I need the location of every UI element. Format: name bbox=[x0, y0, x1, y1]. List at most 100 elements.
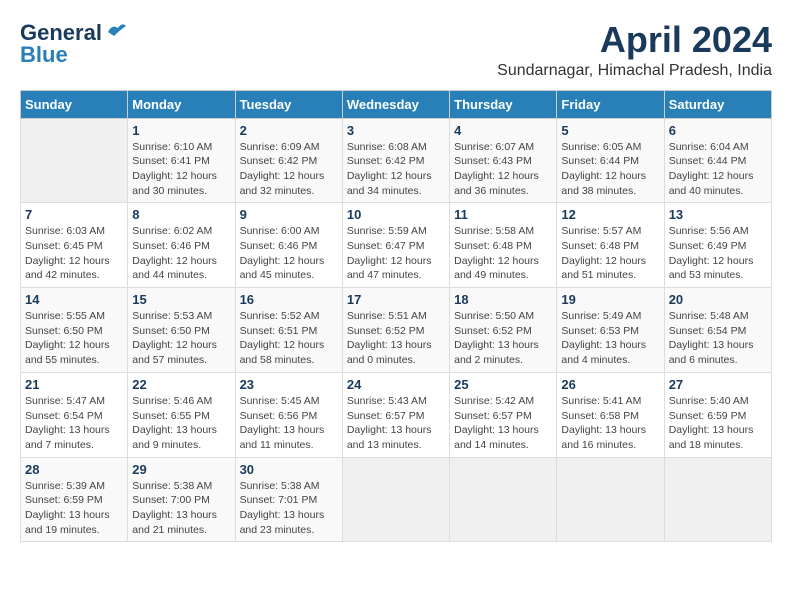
day-info: Sunrise: 5:48 AMSunset: 6:54 PMDaylight:… bbox=[669, 309, 767, 368]
calendar-cell bbox=[21, 118, 128, 203]
day-number: 13 bbox=[669, 207, 767, 222]
day-number: 21 bbox=[25, 377, 123, 392]
calendar-cell: 13 Sunrise: 5:56 AMSunset: 6:49 PMDayligh… bbox=[664, 203, 771, 288]
day-info-line: and 21 minutes. bbox=[132, 524, 207, 536]
day-info-line: and 47 minutes. bbox=[347, 269, 422, 281]
calendar-cell: 6Sunrise: 6:04 AMSunset: 6:44 PMDaylight… bbox=[664, 118, 771, 203]
day-info-line: and 32 minutes. bbox=[240, 185, 315, 197]
day-number: 22 bbox=[132, 377, 230, 392]
day-info-line: Daylight: 13 hours bbox=[25, 424, 110, 436]
day-info: Sunrise: 6:00 AMSunset: 6:46 PMDaylight:… bbox=[240, 224, 338, 283]
calendar-cell: 11Sunrise: 5:58 AMSunset: 6:48 PMDayligh… bbox=[450, 203, 557, 288]
day-info-line: Sunrise: 5:52 AM bbox=[240, 310, 320, 322]
day-info: Sunrise: 5:57 AMSunset: 6:48 PMDaylight:… bbox=[561, 224, 659, 283]
calendar-cell: 25 Sunrise: 5:42 AMSunset: 6:57 PMDayligh… bbox=[450, 372, 557, 457]
day-number: 16 bbox=[240, 292, 338, 307]
day-info-line: and 55 minutes. bbox=[25, 354, 100, 366]
day-info-line: Daylight: 12 hours bbox=[25, 339, 110, 351]
day-info-line: Daylight: 12 hours bbox=[454, 170, 539, 182]
day-info-line: Sunset: 6:59 PM bbox=[669, 410, 747, 422]
day-number: 4 bbox=[454, 123, 552, 138]
day-info-line: and 6 minutes. bbox=[669, 354, 738, 366]
calendar-week-row: 7Sunrise: 6:03 AMSunset: 6:45 PMDaylight… bbox=[21, 203, 772, 288]
day-info-line: Sunset: 6:52 PM bbox=[347, 325, 425, 337]
day-info-line: and 51 minutes. bbox=[561, 269, 636, 281]
day-info-line: and 23 minutes. bbox=[240, 524, 315, 536]
day-number: 12 bbox=[561, 207, 659, 222]
day-info-line: Daylight: 12 hours bbox=[669, 170, 754, 182]
day-info-line: Sunrise: 6:02 AM bbox=[132, 225, 212, 237]
day-number: 9 bbox=[240, 207, 338, 222]
header-wednesday: Wednesday bbox=[342, 90, 449, 118]
day-info-line: Daylight: 13 hours bbox=[454, 339, 539, 351]
day-number: 8 bbox=[132, 207, 230, 222]
calendar-table: SundayMondayTuesdayWednesdayThursdayFrid… bbox=[20, 90, 772, 543]
day-info-line: Sunset: 7:01 PM bbox=[240, 494, 318, 506]
calendar-cell: 23Sunrise: 5:45 AMSunset: 6:56 PMDayligh… bbox=[235, 372, 342, 457]
calendar-cell: 22Sunrise: 5:46 AMSunset: 6:55 PMDayligh… bbox=[128, 372, 235, 457]
calendar-cell: 3Sunrise: 6:08 AMSunset: 6:42 PMDaylight… bbox=[342, 118, 449, 203]
day-info: Sunrise: 6:03 AMSunset: 6:45 PMDaylight:… bbox=[25, 224, 123, 283]
month-title: April 2024 bbox=[497, 20, 772, 60]
day-info-line: and 45 minutes. bbox=[240, 269, 315, 281]
day-info-line: Sunset: 6:49 PM bbox=[669, 240, 747, 252]
day-number: 25 bbox=[454, 377, 552, 392]
day-number: 19 bbox=[561, 292, 659, 307]
day-info-line: and 2 minutes. bbox=[454, 354, 523, 366]
day-info-line: Sunrise: 5:46 AM bbox=[132, 395, 212, 407]
day-info-line: Daylight: 12 hours bbox=[132, 255, 217, 267]
day-info-line: Sunrise: 5:38 AM bbox=[132, 480, 212, 492]
day-info-line: Sunrise: 5:57 AM bbox=[561, 225, 641, 237]
day-info-line: Daylight: 12 hours bbox=[25, 255, 110, 267]
day-info-line: Sunrise: 5:47 AM bbox=[25, 395, 105, 407]
day-info-line: Sunrise: 6:04 AM bbox=[669, 141, 749, 153]
day-info-line: and 57 minutes. bbox=[132, 354, 207, 366]
header-saturday: Saturday bbox=[664, 90, 771, 118]
day-info-line: Daylight: 12 hours bbox=[454, 255, 539, 267]
calendar-cell: 24 Sunrise: 5:43 AMSunset: 6:57 PMDayligh… bbox=[342, 372, 449, 457]
calendar-cell: 27 Sunrise: 5:40 AMSunset: 6:59 PMDayligh… bbox=[664, 372, 771, 457]
day-info-line: and 11 minutes. bbox=[240, 439, 314, 451]
calendar-cell bbox=[557, 457, 664, 542]
day-info-line: Sunset: 6:44 PM bbox=[669, 155, 747, 167]
day-info-line: Sunset: 6:57 PM bbox=[347, 410, 425, 422]
day-info-line: and 40 minutes. bbox=[669, 185, 744, 197]
day-info-line: Sunrise: 6:09 AM bbox=[240, 141, 320, 153]
day-info-line: Sunrise: 5:42 AM bbox=[454, 395, 534, 407]
calendar-cell: 2Sunrise: 6:09 AMSunset: 6:42 PMDaylight… bbox=[235, 118, 342, 203]
calendar-cell: 17Sunrise: 5:51 AMSunset: 6:52 PMDayligh… bbox=[342, 288, 449, 373]
day-info-line: and 34 minutes. bbox=[347, 185, 422, 197]
day-info-line: Daylight: 13 hours bbox=[240, 424, 325, 436]
day-info: Sunrise: 5:42 AMSunset: 6:57 PMDaylight:… bbox=[454, 394, 552, 453]
day-info: Sunrise: 6:04 AM Sunset: 6:44 PM Daylight:… bbox=[669, 140, 767, 199]
day-info-line: Daylight: 13 hours bbox=[347, 339, 432, 351]
day-info-line: and 18 minutes. bbox=[669, 439, 744, 451]
day-info: Sunrise: 5:59 AMSunset: 6:47 PMDaylight:… bbox=[347, 224, 445, 283]
day-info: Sunrise: 5:43 AMSunset: 6:57 PMDaylight:… bbox=[347, 394, 445, 453]
day-info-line: Sunset: 6:53 PM bbox=[561, 325, 639, 337]
day-info-line: Sunset: 6:50 PM bbox=[25, 325, 103, 337]
day-info-line: Sunrise: 5:39 AM bbox=[25, 480, 105, 492]
day-info-line: and 42 minutes. bbox=[25, 269, 100, 281]
header-tuesday: Tuesday bbox=[235, 90, 342, 118]
day-info-line: Sunrise: 6:00 AM bbox=[240, 225, 320, 237]
calendar-cell: 21Sunrise: 5:47 AMSunset: 6:54 PMDayligh… bbox=[21, 372, 128, 457]
day-info-line: Daylight: 12 hours bbox=[240, 170, 325, 182]
day-info: Sunrise: 6:09 AMSunset: 6:42 PMDaylight:… bbox=[240, 140, 338, 199]
day-number: 24 bbox=[347, 377, 445, 392]
day-info-line: Sunset: 6:44 PM bbox=[561, 155, 639, 167]
day-info-line: and 7 minutes. bbox=[25, 439, 94, 451]
day-info-line: Sunrise: 5:55 AM bbox=[25, 310, 105, 322]
day-info: Sunrise: 5:50 AMSunset: 6:52 PMDaylight:… bbox=[454, 309, 552, 368]
calendar-cell: 1Sunrise: 6:10 AMSunset: 6:41 PMDaylight… bbox=[128, 118, 235, 203]
day-number: 27 bbox=[669, 377, 767, 392]
day-info-line: and 58 minutes. bbox=[240, 354, 315, 366]
day-info: Sunrise: 5:56 AMSunset: 6:49 PMDaylight:… bbox=[669, 224, 767, 283]
calendar-cell bbox=[664, 457, 771, 542]
day-number: 29 bbox=[132, 462, 230, 477]
day-info: Sunrise: 6:07 AMSunset: 6:43 PMDaylight:… bbox=[454, 140, 552, 199]
calendar-cell: 14Sunrise: 5:55 AMSunset: 6:50 PMDayligh… bbox=[21, 288, 128, 373]
day-info-line: Sunrise: 6:08 AM bbox=[347, 141, 427, 153]
day-info: Sunrise: 5:40 AMSunset: 6:59 PMDaylight:… bbox=[669, 394, 767, 453]
day-info-line: and 16 minutes. bbox=[561, 439, 636, 451]
